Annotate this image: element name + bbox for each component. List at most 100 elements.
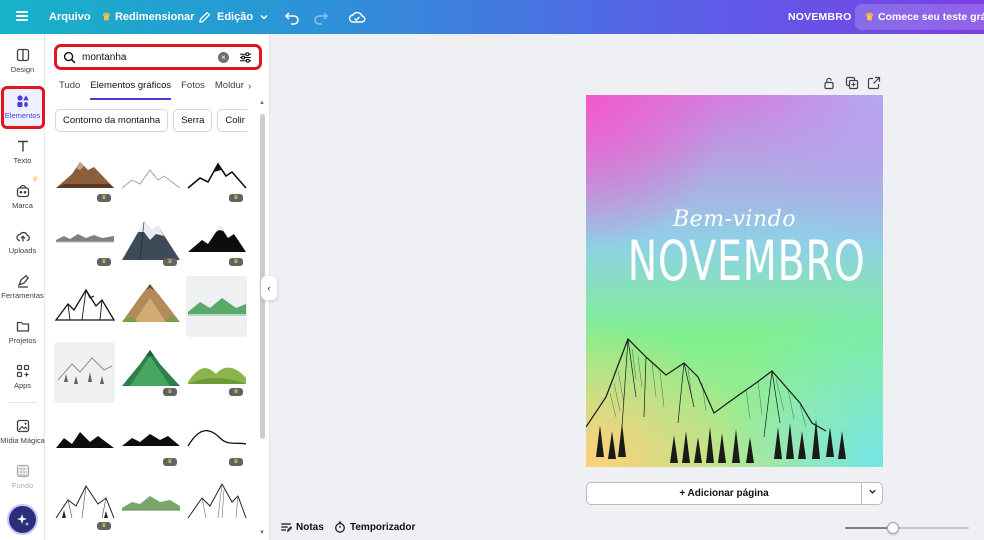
cloud-upload-icon — [15, 231, 30, 242]
chip-range[interactable]: Serra — [173, 109, 213, 132]
result-pine-forest-mountains[interactable] — [54, 342, 115, 403]
result-sketch-mountains-trees[interactable]: ♛ — [54, 478, 115, 539]
lock-icon[interactable] — [822, 76, 836, 90]
stopwatch-icon — [335, 521, 345, 533]
result-green-hills[interactable]: ♛ — [186, 342, 247, 403]
design-page[interactable]: Bem-vindo NOVEMBRO — [586, 95, 883, 467]
result-black-range-2[interactable]: ♛ — [120, 414, 181, 475]
suggestion-chips: Contorno da montanha Serra Colir — [55, 109, 247, 132]
tab-graphics[interactable]: Elementos gráficos — [90, 80, 172, 100]
cloud-check-icon[interactable] — [348, 8, 366, 26]
share-page-icon[interactable] — [867, 76, 881, 90]
magic-assistant-button[interactable] — [9, 506, 36, 533]
clear-search-icon[interactable]: × — [218, 52, 229, 63]
edit-mode-label: Edição — [217, 11, 254, 23]
result-hatched-line-mountains[interactable] — [186, 478, 247, 539]
premium-crown-icon: ♛ — [163, 258, 177, 266]
tab-photos[interactable]: Fotos — [181, 80, 205, 100]
brand-icon — [16, 184, 29, 198]
rail-label: Ferramentas — [1, 291, 44, 300]
rail-item-tools[interactable]: Ferramentas — [0, 274, 45, 300]
result-misty-gray-range[interactable]: ♛ — [54, 218, 115, 279]
rail-divider — [8, 402, 37, 403]
file-menu-button[interactable]: Arquivo — [49, 0, 91, 34]
background-pattern-icon — [16, 464, 29, 478]
timer-button[interactable]: Temporizador — [334, 521, 415, 533]
duplicate-icon[interactable] — [845, 76, 859, 90]
chip-mountain-outline[interactable]: Contorno da montanha — [55, 109, 169, 132]
result-green-peak[interactable]: ♛ — [120, 342, 181, 403]
rail-label: Marca — [12, 201, 33, 210]
result-snow-peak[interactable]: ♛ — [120, 218, 181, 279]
result-line-art-mountains[interactable] — [54, 276, 115, 337]
search-input[interactable] — [82, 51, 212, 63]
rail-item-design[interactable]: Design — [0, 48, 45, 74]
edit-mode-button[interactable]: Edição — [198, 0, 275, 34]
magic-media-icon — [16, 419, 29, 433]
start-trial-button[interactable]: ♛ Comece seu teste grátis — [855, 4, 984, 30]
result-outline-sketch-range[interactable] — [120, 154, 181, 215]
rail-item-brand[interactable]: ♛ Marca — [0, 176, 45, 210]
result-green-landscape[interactable] — [186, 276, 247, 337]
timer-label: Temporizador — [350, 521, 416, 533]
rail-item-projects[interactable]: Projetos — [0, 319, 45, 345]
result-black-silhouette-peaks[interactable]: ♛ — [186, 218, 247, 279]
tab-all[interactable]: Tudo — [59, 80, 80, 100]
result-black-range-1[interactable] — [54, 414, 115, 475]
premium-crown-icon: ♛ — [163, 458, 177, 466]
shapes-icon — [16, 95, 29, 107]
rail-item-elements[interactable]: Elementos — [0, 94, 45, 120]
result-black-outline-range[interactable]: ♛ — [186, 154, 247, 215]
redo-icon[interactable] — [313, 9, 329, 25]
text-t-icon — [17, 140, 28, 152]
zoom-slider-handle[interactable] — [887, 522, 899, 534]
design-title[interactable]: NOVEMBRO — [788, 0, 851, 34]
resize-button[interactable]: ♛ Redimensionar — [102, 0, 194, 34]
premium-crown-icon: ♛ — [97, 522, 111, 530]
rail-label: Elementos — [4, 111, 41, 120]
filter-sliders-icon[interactable] — [239, 51, 252, 64]
folder-icon — [16, 321, 29, 332]
rail-item-text[interactable]: Texto — [0, 139, 45, 165]
chip-hill[interactable]: Colir — [217, 109, 247, 132]
rail-label: Uploads — [8, 246, 37, 255]
rail-label: Texto — [13, 156, 32, 165]
result-green-watercolor-range[interactable] — [120, 478, 181, 539]
result-single-line-hill[interactable]: ♛ — [186, 414, 247, 475]
scroll-up-arrow[interactable]: ▲ — [259, 100, 265, 106]
hamburger-icon[interactable] — [16, 11, 28, 21]
result-brown-mountain[interactable]: ♛ — [54, 154, 115, 215]
rail-item-uploads[interactable]: Uploads — [0, 229, 45, 255]
apps-icon — [16, 364, 29, 378]
add-page-options-button[interactable] — [861, 482, 883, 505]
premium-crown-icon: ♛ — [229, 388, 243, 396]
premium-crown-icon: ♛ — [229, 458, 243, 466]
chevron-right-icon[interactable]: › — [248, 81, 251, 92]
resize-label: Redimensionar — [114, 11, 195, 23]
sparkle-icon — [16, 513, 29, 526]
rail-item-background[interactable]: Fundo — [0, 464, 45, 490]
pen-tool-icon — [17, 274, 29, 288]
add-page-button[interactable]: + Adicionar página — [586, 482, 862, 505]
tab-frames[interactable]: Moldur — [215, 80, 244, 100]
rail-item-apps[interactable]: Apps — [0, 364, 45, 390]
search-icon — [63, 51, 76, 63]
crown-icon: ♛ — [865, 11, 874, 23]
premium-crown-icon: ♛ — [97, 194, 111, 202]
bottom-bar: Notas Temporizador — [270, 515, 984, 540]
search-box[interactable]: × — [54, 44, 262, 70]
title-text[interactable]: NOVEMBRO — [628, 229, 865, 293]
result-layered-brown-mountain[interactable] — [120, 276, 181, 337]
undo-icon[interactable] — [284, 9, 300, 25]
scroll-down-arrow[interactable]: ▼ — [259, 530, 265, 536]
premium-crown-icon: ♛ — [229, 258, 243, 266]
premium-crown-icon: ♛ — [97, 258, 111, 266]
rail-label: Apps — [13, 381, 32, 390]
notes-button[interactable]: Notas — [280, 521, 324, 533]
notes-label: Notas — [296, 521, 324, 533]
rail-item-magic-media[interactable]: Mídia Mágica — [0, 419, 45, 445]
layout-icon — [16, 48, 29, 62]
collapse-panel-button[interactable]: ‹ — [261, 276, 277, 300]
mountain-sketch-graphic[interactable] — [586, 327, 883, 467]
trial-label: Comece seu teste grátis — [877, 11, 984, 23]
